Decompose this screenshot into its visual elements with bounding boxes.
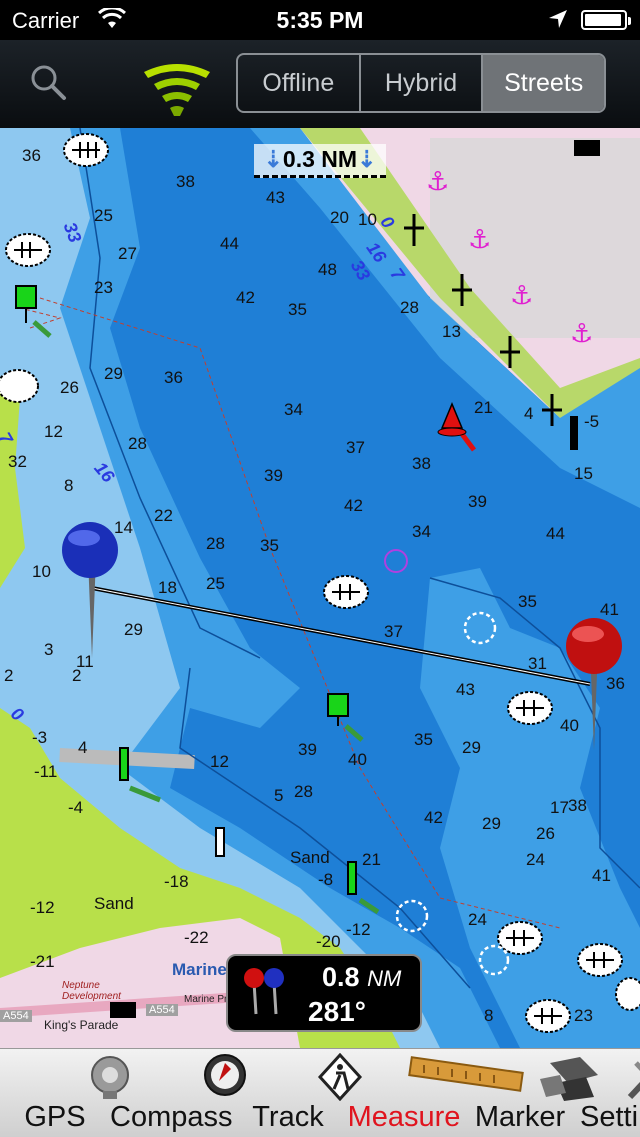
tab-label: Track	[252, 1101, 324, 1133]
scale-label: 0.3 NM	[282, 146, 358, 172]
measure-unit: NM	[367, 966, 402, 991]
tab-marker[interactable]: Marker	[468, 1049, 598, 1137]
map-scale-bar: ⇣0.3 NM⇣	[254, 144, 386, 178]
nautical-chart-map[interactable]: ⚓ ⚓ ⚓ ⚓ 36 38 43 25 27 23 29 26 12 8 32 …	[0, 128, 640, 1048]
road-label: Marine Pr	[184, 994, 228, 1005]
tab-track[interactable]: Track	[236, 1049, 363, 1137]
map-toolbar: Offline Hybrid Streets	[0, 40, 640, 128]
tab-label: Marker	[474, 1101, 566, 1133]
tab-compass[interactable]: Compass	[110, 1049, 246, 1137]
place-label: Neptune Development	[62, 980, 121, 1002]
pin-pair-icon	[244, 968, 284, 1015]
road-shield: A554	[146, 1004, 178, 1016]
map-mode-segmented-control: Offline Hybrid Streets	[236, 53, 606, 113]
status-bar: Carrier 5:35 PM	[0, 0, 640, 40]
place-label: Marine	[172, 960, 227, 979]
road-shield: A554	[0, 1010, 32, 1022]
map-mode-hybrid[interactable]: Hybrid	[361, 55, 484, 111]
measure-bearing: 281°	[308, 996, 366, 1027]
place-labels-layer: Marine Neptune Development A554 King's P…	[0, 128, 640, 1048]
map-mode-streets[interactable]: Streets	[483, 55, 604, 111]
tab-gps[interactable]: GPS	[0, 1049, 129, 1137]
tab-label: Compass	[110, 1101, 233, 1133]
tab-settings[interactable]: Setti	[576, 1049, 640, 1137]
location-arrow-icon	[549, 10, 567, 28]
tab-label: Setti	[580, 1101, 639, 1133]
signal-strength-icon[interactable]	[140, 58, 214, 120]
settings-tools-icon	[627, 1061, 640, 1100]
road-label: King's Parade	[44, 1018, 119, 1032]
tab-measure[interactable]: Measure	[342, 1049, 524, 1137]
tab-label: GPS	[24, 1101, 86, 1133]
search-icon[interactable]	[26, 60, 70, 104]
bottom-tab-bar: GPS Compass Track Measure Marker Setti	[0, 1048, 640, 1137]
measure-readout: 0.8 NM 281°	[226, 954, 422, 1032]
measure-distance: 0.8	[322, 962, 360, 992]
tab-label: Measure	[347, 1101, 461, 1133]
clock: 5:35 PM	[276, 7, 364, 33]
battery-icon	[581, 10, 631, 30]
map-mode-offline[interactable]: Offline	[238, 55, 361, 111]
